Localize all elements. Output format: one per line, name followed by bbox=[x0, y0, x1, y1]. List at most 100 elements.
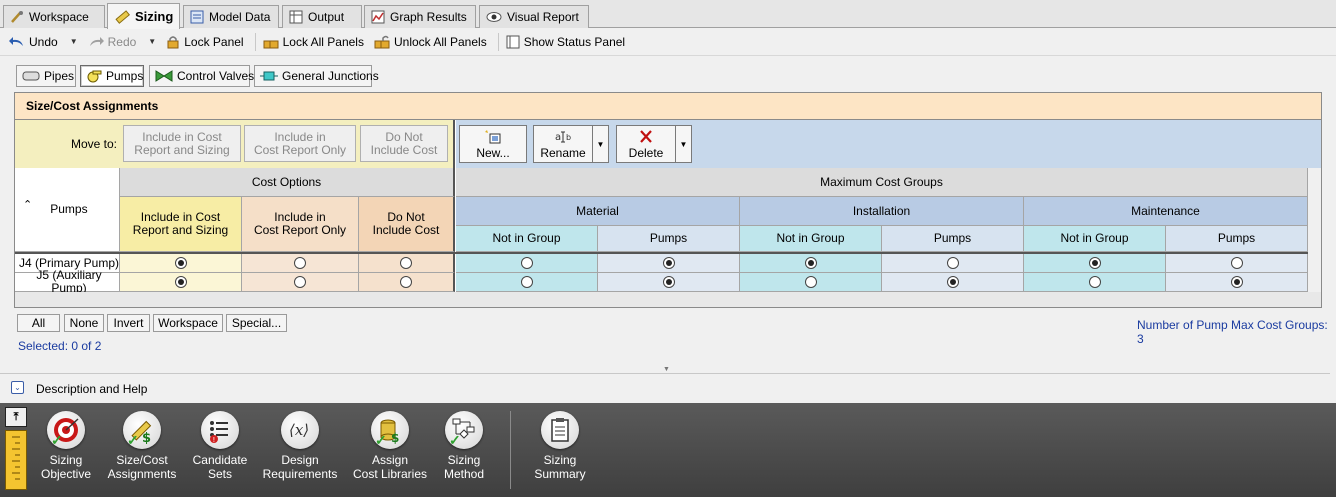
cost-group-radio[interactable] bbox=[520, 276, 533, 288]
rename-group-button[interactable]: ab Rename bbox=[533, 125, 593, 163]
cost-group-cell bbox=[740, 273, 882, 292]
material-not-in-group-header[interactable]: Not in Group bbox=[456, 226, 598, 252]
nav-assign-cost-libraries[interactable]: $ ✓ Assign Cost Libraries bbox=[350, 411, 430, 481]
toolbar: Undo ▼ Redo ▼ Lock Panel Lock All Panels… bbox=[0, 29, 1336, 54]
collapse-chevron-icon[interactable]: ⌃ bbox=[23, 199, 32, 212]
cost-option-radio[interactable] bbox=[400, 257, 412, 269]
svg-text:$: $ bbox=[391, 431, 399, 444]
svg-text:b: b bbox=[566, 133, 571, 142]
nav-separator bbox=[510, 411, 511, 489]
tab-workspace[interactable]: Workspace bbox=[3, 5, 105, 28]
cost-group-cell bbox=[1166, 254, 1308, 273]
cost-group-radio[interactable] bbox=[804, 276, 817, 288]
show-status-panel-button[interactable]: Show Status Panel bbox=[503, 31, 628, 53]
undo-icon bbox=[9, 36, 25, 48]
redo-dropdown-icon[interactable]: ▼ bbox=[148, 37, 156, 46]
ruler-dollar-icon: $ ✓ bbox=[123, 411, 161, 449]
cost-options-header: Cost Options bbox=[120, 168, 455, 197]
installation-pumps-header[interactable]: Pumps bbox=[882, 226, 1024, 252]
svg-text:⟨x⟩: ⟨x⟩ bbox=[289, 421, 309, 439]
select-none-button[interactable]: None bbox=[64, 314, 104, 332]
unlock-all-panels-button[interactable]: Unlock All Panels bbox=[371, 31, 490, 53]
rename-dropdown-icon[interactable]: ▼ bbox=[593, 125, 609, 163]
cost-option-cell bbox=[242, 254, 359, 273]
delete-dropdown-icon[interactable]: ▼ bbox=[676, 125, 692, 163]
cost-option-cell bbox=[120, 254, 242, 273]
nav-design-requirements[interactable]: ⟨x⟩ Design Requirements bbox=[260, 411, 340, 481]
redo-button[interactable]: Redo ▼ bbox=[85, 31, 160, 53]
tab-model-data[interactable]: Model Data bbox=[183, 5, 279, 28]
candidate-sets-icon: ! bbox=[201, 411, 239, 449]
max-cost-groups-header: Maximum Cost Groups bbox=[456, 168, 1308, 197]
special-select-button[interactable]: Special... bbox=[226, 314, 287, 332]
cost-group-cell bbox=[882, 273, 1024, 292]
object-type-bar: Pipes Pumps Control Valves General Junct… bbox=[0, 55, 1336, 91]
size-cost-panel: Size/Cost Assignments Move to: Include i… bbox=[14, 92, 1322, 308]
cost-group-radio[interactable] bbox=[946, 276, 959, 288]
material-pumps-header[interactable]: Pumps bbox=[598, 226, 740, 252]
target-icon: ✓ bbox=[47, 411, 85, 449]
nav-candidate-sets[interactable]: ! Candidate Sets bbox=[180, 411, 260, 481]
cost-group-radio[interactable] bbox=[662, 257, 675, 269]
cost-option-radio[interactable] bbox=[174, 276, 187, 288]
cost-option-radio[interactable] bbox=[294, 276, 306, 288]
move-include-cost-only-button[interactable]: Include in Cost Report Only bbox=[244, 125, 356, 162]
lock-panel-button[interactable]: Lock Panel bbox=[163, 31, 246, 53]
lock-all-panels-button[interactable]: Lock All Panels bbox=[260, 31, 367, 53]
control-valves-button[interactable]: Control Valves bbox=[149, 65, 254, 87]
pump-row-name[interactable]: J5 (Auxiliary Pump) bbox=[15, 269, 120, 295]
cost-group-radio[interactable] bbox=[1230, 257, 1243, 269]
tab-sizing[interactable]: Sizing bbox=[107, 3, 180, 29]
undo-dropdown-icon[interactable]: ▼ bbox=[70, 37, 78, 46]
tab-visual-report[interactable]: Visual Report bbox=[479, 5, 589, 28]
pumps-button[interactable]: Pumps bbox=[80, 65, 144, 87]
opt-header-do-not-include[interactable]: Do Not Include Cost bbox=[359, 197, 455, 252]
cost-group-radio[interactable] bbox=[1230, 276, 1243, 288]
move-do-not-include-button[interactable]: Do Not Include Cost bbox=[360, 125, 448, 162]
model-data-icon bbox=[190, 10, 204, 24]
group-header-installation[interactable]: Installation bbox=[740, 197, 1024, 226]
select-workspace-button[interactable]: Workspace bbox=[153, 314, 223, 332]
expand-description-icon[interactable]: ⌄ bbox=[11, 381, 24, 394]
opt-header-include-cost-sizing[interactable]: Include in Cost Report and Sizing bbox=[120, 197, 242, 252]
nav-sizing-summary[interactable]: Sizing Summary bbox=[520, 411, 600, 481]
opt-header-include-cost-only[interactable]: Include in Cost Report Only bbox=[242, 197, 359, 252]
cost-option-radio[interactable] bbox=[294, 257, 306, 269]
nav-size-cost-assignments[interactable]: $ ✓ Size/Cost Assignments bbox=[102, 411, 182, 481]
select-all-button[interactable]: All bbox=[17, 314, 60, 332]
cost-group-radio[interactable] bbox=[946, 257, 959, 269]
installation-not-in-group-header[interactable]: Not in Group bbox=[740, 226, 882, 252]
cost-group-radio[interactable] bbox=[1088, 257, 1101, 269]
clipboard-icon bbox=[541, 411, 579, 449]
delete-group-button[interactable]: Delete bbox=[616, 125, 676, 163]
group-header-maintenance[interactable]: Maintenance bbox=[1024, 197, 1308, 226]
maintenance-pumps-header[interactable]: Pumps bbox=[1166, 226, 1308, 252]
ruler-tab-icon[interactable] bbox=[5, 430, 27, 490]
cost-option-cell bbox=[120, 273, 242, 292]
cost-group-radio[interactable] bbox=[662, 276, 675, 288]
cost-group-radio[interactable] bbox=[804, 257, 817, 269]
cost-option-radio[interactable] bbox=[400, 276, 412, 288]
maintenance-not-in-group-header[interactable]: Not in Group bbox=[1024, 226, 1166, 252]
move-include-cost-and-sizing-button[interactable]: Include in Cost Report and Sizing bbox=[123, 125, 241, 162]
nav-sizing-method[interactable]: ✓ Sizing Method bbox=[424, 411, 504, 481]
description-help-panel[interactable]: ⌄ Description and Help bbox=[0, 373, 1330, 402]
pin-panel-icon[interactable]: ⤒ bbox=[5, 407, 27, 427]
pipes-button[interactable]: Pipes bbox=[16, 65, 76, 87]
undo-button[interactable]: Undo ▼ bbox=[6, 31, 81, 53]
cost-group-radio[interactable] bbox=[1088, 276, 1101, 288]
cost-group-radio[interactable] bbox=[520, 257, 533, 269]
cost-option-radio[interactable] bbox=[174, 257, 187, 269]
new-icon bbox=[485, 130, 501, 144]
invert-selection-button[interactable]: Invert bbox=[107, 314, 150, 332]
svg-text:!: ! bbox=[213, 436, 216, 444]
tab-bar: Workspace Sizing Model Data Output Graph… bbox=[0, 0, 1336, 29]
splitter-handle-icon[interactable]: ▼ bbox=[663, 366, 670, 373]
tab-output[interactable]: Output bbox=[282, 5, 362, 28]
tab-graph-results[interactable]: Graph Results bbox=[364, 5, 476, 28]
general-junctions-button[interactable]: General Junctions bbox=[254, 65, 379, 87]
group-header-material[interactable]: Material bbox=[456, 197, 740, 226]
new-group-button[interactable]: New... bbox=[459, 125, 527, 163]
nav-sizing-objective[interactable]: ✓ Sizing Objective bbox=[26, 411, 106, 481]
pumps-header[interactable]: ⌃ Pumps bbox=[15, 168, 120, 252]
